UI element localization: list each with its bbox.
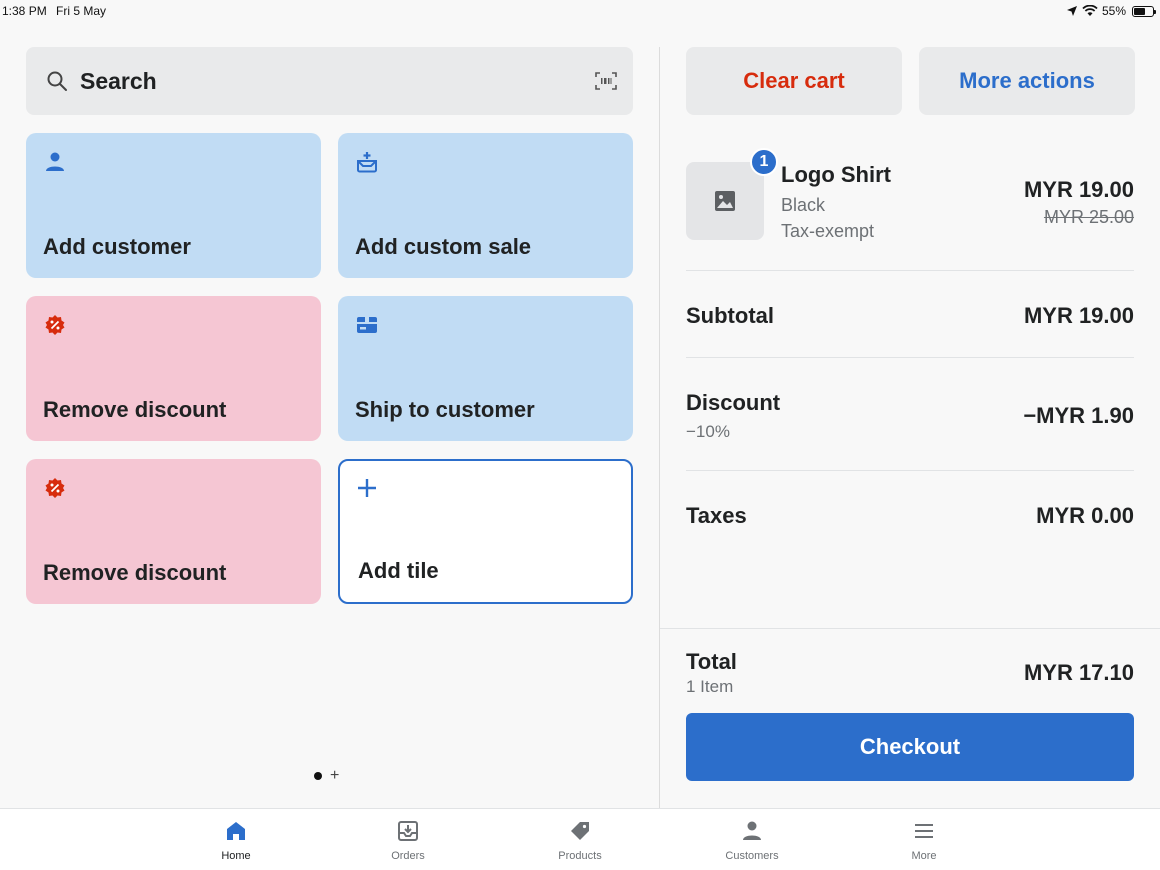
discount-badge-icon bbox=[45, 315, 65, 335]
tile-ship-to-customer[interactable]: Ship to customer bbox=[338, 296, 633, 441]
item-count: 1 Item bbox=[686, 677, 734, 696]
tab-more[interactable]: More bbox=[864, 809, 984, 870]
tab-products[interactable]: Products bbox=[520, 809, 640, 870]
tab-home[interactable]: Home bbox=[176, 809, 296, 870]
clear-cart-button[interactable]: Clear cart bbox=[686, 47, 902, 115]
more-actions-button[interactable]: More actions bbox=[919, 47, 1135, 115]
discount-label[interactable]: Discount bbox=[686, 390, 780, 416]
barcode-scan-icon[interactable] bbox=[595, 72, 617, 90]
divider bbox=[686, 357, 1134, 358]
total-label: Total bbox=[686, 649, 737, 674]
product-tax-status: Tax-exempt bbox=[781, 221, 875, 241]
taxes-label: Taxes bbox=[686, 503, 747, 528]
subtotal-label: Subtotal bbox=[686, 303, 774, 328]
battery-percent: 55% bbox=[1101, 4, 1126, 18]
tile-remove-discount[interactable]: Remove discount bbox=[26, 459, 321, 604]
menu-icon bbox=[915, 824, 933, 838]
product-name: Logo Shirt bbox=[781, 162, 891, 187]
image-placeholder-icon bbox=[715, 191, 735, 211]
tile-label: Add custom sale bbox=[355, 234, 532, 259]
tile-add-custom-sale[interactable]: Add custom sale bbox=[338, 133, 633, 278]
location-arrow-icon bbox=[1066, 6, 1077, 16]
product-thumbnail bbox=[686, 162, 764, 240]
bottom-tab-bar: Home Orders Products Customers More bbox=[0, 808, 1160, 870]
discount-value: −MYR 1.90 bbox=[1023, 403, 1134, 428]
product-original-price: MYR 25.00 bbox=[1043, 207, 1134, 227]
tile-add-customer[interactable]: Add customer bbox=[26, 133, 321, 278]
clear-cart-label: Clear cart bbox=[743, 68, 845, 93]
tile-label: Add tile bbox=[358, 558, 439, 583]
search-bar[interactable]: Search bbox=[26, 47, 633, 115]
person-icon bbox=[46, 152, 64, 171]
home-tiles-pane: Search Add customer Add custom sale Remo… bbox=[0, 22, 659, 808]
page-indicator[interactable]: + bbox=[314, 767, 339, 785]
checkout-button[interactable]: Checkout bbox=[686, 713, 1134, 781]
divider bbox=[686, 270, 1134, 271]
tab-label: Products bbox=[558, 850, 602, 862]
search-icon bbox=[47, 71, 67, 91]
tab-label: Orders bbox=[391, 850, 425, 862]
tab-label: More bbox=[911, 850, 937, 862]
product-price: MYR 19.00 bbox=[1023, 177, 1134, 202]
add-to-basket-icon bbox=[357, 152, 377, 173]
battery-icon bbox=[1132, 5, 1156, 17]
total-value: MYR 17.10 bbox=[1023, 660, 1134, 685]
product-variant: Black bbox=[781, 195, 826, 215]
tile-label: Remove discount bbox=[43, 397, 227, 422]
add-page-button[interactable]: + bbox=[330, 767, 339, 785]
more-actions-label: More actions bbox=[959, 68, 1095, 93]
page-dot-active[interactable] bbox=[314, 772, 322, 780]
person-icon bbox=[743, 821, 761, 840]
quantity-badge: 1 bbox=[750, 148, 778, 176]
wifi-icon bbox=[1082, 5, 1098, 16]
search-label: Search bbox=[80, 67, 157, 94]
plus-icon bbox=[358, 479, 376, 497]
discount-badge-icon bbox=[45, 478, 65, 498]
checkout-label: Checkout bbox=[859, 734, 961, 759]
status-bar: 1:38 PM Fri 5 May 55% bbox=[0, 0, 1160, 22]
subtotal-value: MYR 19.00 bbox=[1023, 303, 1134, 328]
tile-label: Add customer bbox=[43, 234, 191, 259]
tile-remove-discount[interactable]: Remove discount bbox=[26, 296, 321, 441]
cart-line-item[interactable]: 1 Logo Shirt Black Tax-exempt MYR 19.00 … bbox=[686, 148, 1134, 272]
tab-label: Home bbox=[221, 850, 251, 862]
orders-icon bbox=[398, 821, 418, 841]
taxes-value: MYR 0.00 bbox=[1036, 503, 1134, 528]
divider bbox=[686, 470, 1134, 471]
tab-orders[interactable]: Orders bbox=[348, 809, 468, 870]
tab-label: Customers bbox=[725, 850, 779, 862]
status-date: Fri 5 May bbox=[56, 4, 107, 18]
tile-label: Remove discount bbox=[43, 560, 227, 585]
shipping-icon bbox=[357, 317, 377, 333]
cart-pane: Clear cart More actions 1 Logo Shirt Bla… bbox=[660, 22, 1160, 808]
tile-label: Ship to customer bbox=[355, 397, 535, 422]
tag-icon bbox=[571, 822, 589, 840]
home-icon bbox=[227, 822, 245, 840]
discount-percent: −10% bbox=[686, 422, 730, 441]
status-time: 1:38 PM bbox=[2, 4, 47, 18]
tab-customers[interactable]: Customers bbox=[692, 809, 812, 870]
tile-add-tile[interactable]: Add tile bbox=[338, 459, 633, 604]
